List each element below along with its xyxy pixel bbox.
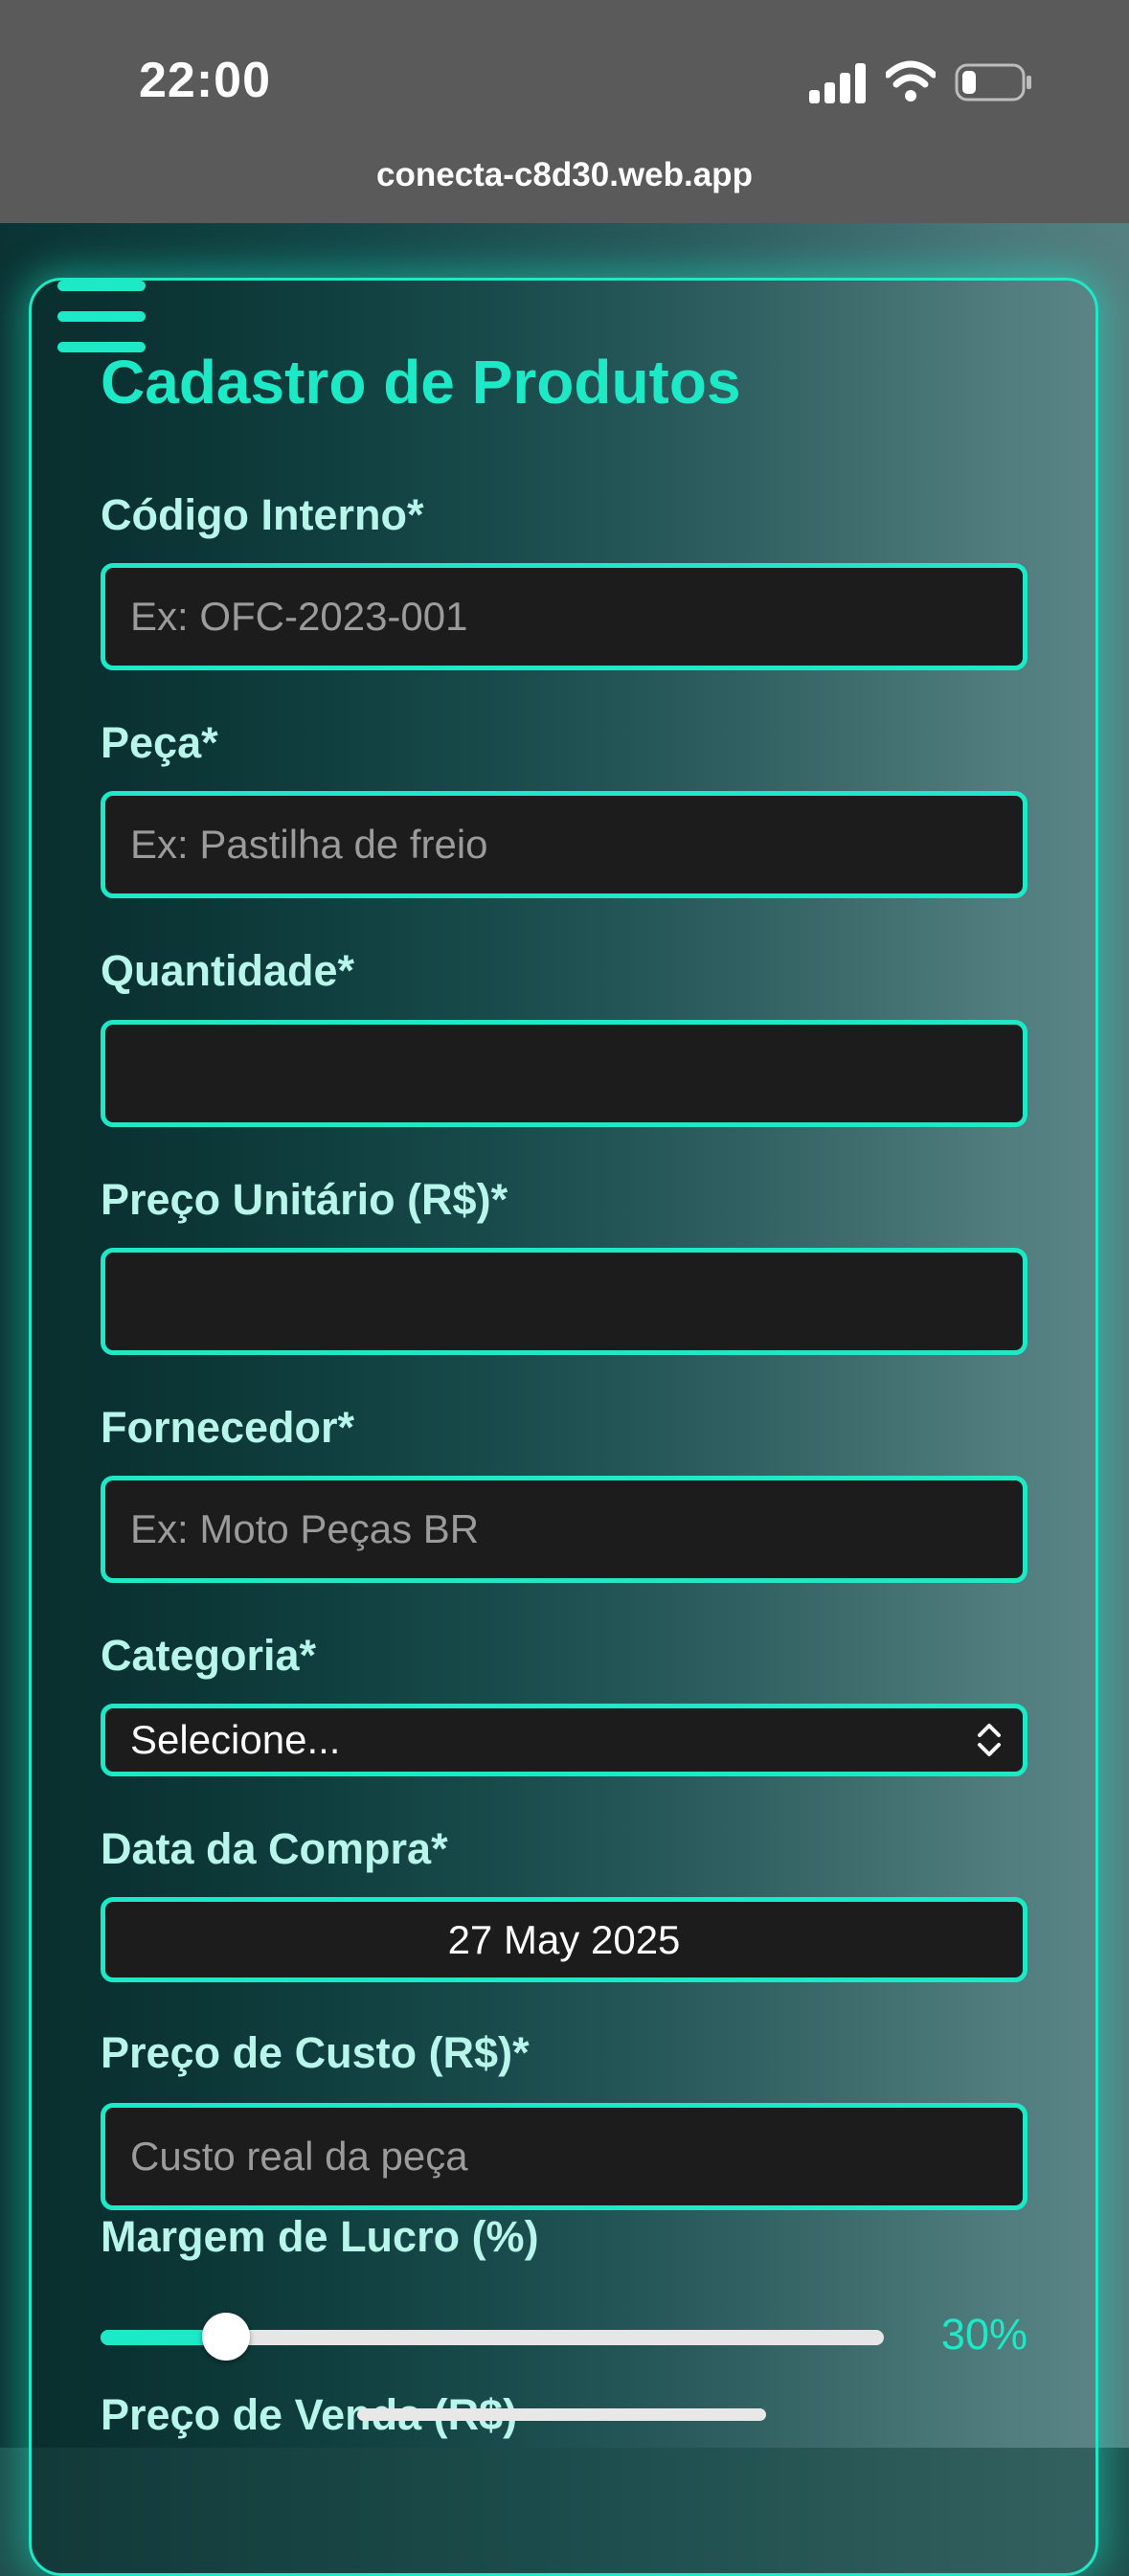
preco-custo-label: Preço de Custo (R$)* (101, 2028, 530, 2077)
fornecedor-label: Fornecedor* (101, 1403, 355, 1452)
codigo-input[interactable]: Ex: OFC-2023-001 (101, 563, 1027, 670)
categoria-selected: Selecione... (130, 1717, 341, 1762)
chevron-updown-icon (978, 1724, 1001, 1756)
menu-icon[interactable] (57, 281, 146, 355)
peca-input[interactable]: Ex: Pastilha de freio (101, 791, 1027, 898)
codigo-label: Código Interno* (101, 490, 424, 539)
signal-icon (809, 63, 866, 103)
peca-placeholder: Ex: Pastilha de freio (130, 822, 488, 867)
fornecedor-placeholder: Ex: Moto Peças BR (130, 1506, 480, 1551)
data-compra-label: Data da Compra* (101, 1824, 448, 1873)
categoria-label: Categoria* (101, 1631, 317, 1680)
fornecedor-input[interactable]: Ex: Moto Peças BR (101, 1476, 1027, 1583)
page-title: Cadastro de Produtos (101, 348, 741, 417)
peca-label: Peça* (101, 718, 218, 767)
preco-unitario-label: Preço Unitário (R$)* (101, 1175, 508, 1224)
url-bar[interactable]: conecta-c8d30.web.app (0, 156, 1129, 194)
wifi-icon (886, 60, 936, 102)
home-indicator (357, 2408, 766, 2421)
margem-slider-thumb[interactable] (202, 2313, 250, 2361)
preco-custo-input[interactable]: Custo real da peça (101, 2103, 1027, 2210)
codigo-placeholder: Ex: OFC-2023-001 (130, 594, 468, 639)
status-bar: 22:00 conecta-c8d30.web.app (0, 0, 1129, 223)
margem-value: 30% (940, 2310, 1027, 2359)
data-compra-value: 27 May 2025 (447, 1916, 681, 1962)
status-time: 22:00 (139, 53, 271, 108)
quantidade-input[interactable] (101, 1020, 1027, 1127)
margem-label: Margem de Lucro (%) (101, 2212, 539, 2261)
preco-custo-placeholder: Custo real da peça (130, 2134, 468, 2179)
data-compra-input[interactable]: 27 May 2025 (101, 1897, 1027, 1982)
quantidade-label: Quantidade* (101, 946, 355, 995)
preco-unitario-input[interactable] (101, 1248, 1027, 1355)
battery-icon (955, 63, 1031, 102)
categoria-select[interactable]: Selecione... (101, 1704, 1027, 1776)
